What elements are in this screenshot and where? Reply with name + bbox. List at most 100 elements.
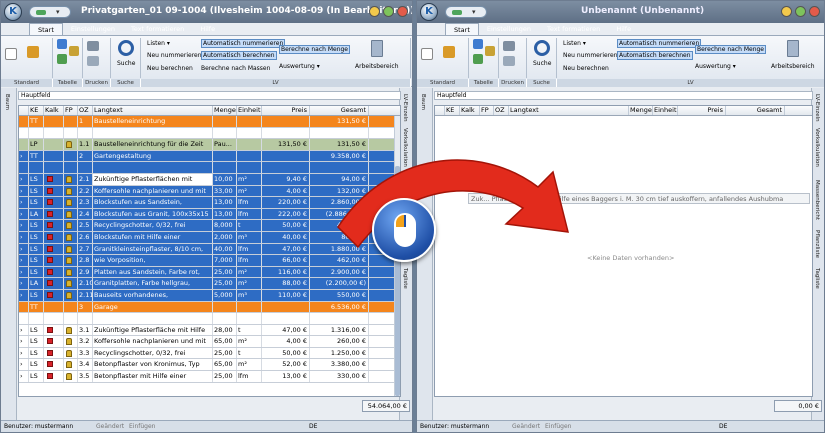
lock-icon[interactable] (64, 336, 78, 347)
lock-icon[interactable] (64, 185, 78, 197)
row-indicator[interactable] (19, 116, 29, 127)
edit-icon[interactable] (44, 255, 64, 266)
table-row[interactable]: › LS 3.5 Betonpflaster mit Hilfe einer 25,00… (19, 371, 400, 383)
minimize-button[interactable] (369, 6, 380, 17)
tab-text-formatieren[interactable]: Text formatieren (539, 23, 608, 35)
column-header[interactable] (19, 106, 29, 115)
column-header[interactable]: Langtext (509, 106, 629, 115)
close-button[interactable] (397, 6, 408, 17)
table-row[interactable]: TT 3 Garage 6.536,00 € (19, 301, 400, 314)
lock-icon[interactable] (64, 173, 78, 185)
column-header[interactable]: Menge (629, 106, 653, 115)
column-header[interactable]: Kalk (44, 106, 64, 115)
quick-access-toolbar[interactable]: ▾ (445, 6, 487, 18)
hauptfeld-field[interactable]: Hauptfeld (18, 91, 401, 100)
edit-icon[interactable] (44, 289, 64, 301)
column-header[interactable]: Gesamt (310, 106, 369, 115)
chevron-down-icon[interactable]: ▾ (56, 8, 60, 16)
lock-icon[interactable] (64, 243, 78, 255)
tab-start[interactable]: Start (29, 23, 63, 35)
lock-icon[interactable] (64, 162, 78, 173)
tab-einstellungen[interactable]: Einstellungen (63, 23, 123, 35)
chevron-down-icon[interactable]: ▾ (472, 8, 476, 16)
minimize-button[interactable] (781, 6, 792, 17)
edit-icon[interactable] (44, 220, 64, 231)
maximize-button[interactable] (383, 6, 394, 17)
close-button[interactable] (809, 6, 820, 17)
lock-icon[interactable] (64, 220, 78, 231)
edit-icon[interactable] (44, 208, 64, 220)
hauptfeld-field[interactable]: Hauptfeld (434, 91, 813, 100)
column-header[interactable]: Einheit (237, 106, 262, 115)
app-menu-button[interactable]: K (4, 3, 22, 21)
lock-icon[interactable] (64, 301, 78, 313)
edit-icon[interactable] (44, 347, 64, 359)
row-indicator[interactable]: › (19, 150, 29, 162)
column-header[interactable] (435, 106, 445, 115)
table-row[interactable]: › LS 3.3 Recyclingschotter, 0/32, frei 25,00… (19, 347, 400, 360)
lock-icon[interactable] (64, 313, 78, 324)
row-indicator[interactable] (19, 139, 29, 150)
title-bar[interactable]: K ▾ Unbenannt (Unbenannt) (417, 1, 824, 23)
edit-icon[interactable] (44, 278, 64, 289)
table-row[interactable]: TT 1 Baustelleneinrichtung 131,50 € (19, 116, 400, 128)
lock-icon[interactable] (64, 139, 78, 150)
lock-icon[interactable] (64, 255, 78, 266)
row-indicator[interactable]: › (19, 359, 29, 371)
tab-hilfe[interactable]: Hilfe (608, 23, 639, 35)
row-indicator[interactable]: › (19, 208, 29, 220)
row-indicator[interactable]: › (19, 336, 29, 347)
baum-tab[interactable]: Baum (4, 94, 10, 110)
edit-icon[interactable] (44, 139, 64, 150)
lock-icon[interactable] (64, 347, 78, 359)
edit-icon[interactable] (44, 359, 64, 371)
lock-icon[interactable] (64, 289, 78, 301)
tab-hilfe[interactable]: Hilfe (192, 23, 223, 35)
table-row[interactable]: › LA 2.10 Granitplatten, Farbe hellgrau, 25,… (19, 278, 400, 290)
lock-icon[interactable] (64, 359, 78, 371)
tab-start[interactable]: Start (445, 23, 479, 35)
row-indicator[interactable]: › (19, 243, 29, 255)
row-indicator[interactable]: › (19, 197, 29, 208)
app-menu-button[interactable]: K (420, 3, 438, 21)
column-header[interactable]: Einheit (653, 106, 678, 115)
tab-vorkalkulation[interactable]: Vorkalkulation (814, 128, 820, 167)
row-indicator[interactable] (19, 301, 29, 313)
row-indicator[interactable]: › (19, 289, 29, 301)
row-indicator[interactable]: › (19, 185, 29, 197)
column-header[interactable]: Menge (213, 106, 237, 115)
row-indicator[interactable] (19, 162, 29, 173)
row-indicator[interactable]: › (19, 324, 29, 336)
column-header[interactable]: OZ (494, 106, 509, 115)
save-icon[interactable] (36, 10, 46, 15)
column-header[interactable]: Preis (678, 106, 726, 115)
lock-icon[interactable] (64, 231, 78, 243)
lock-icon[interactable] (64, 150, 78, 162)
tab-pflanzliste[interactable]: Pflanzliste (814, 230, 820, 258)
edit-icon[interactable] (44, 336, 64, 347)
table-row[interactable]: › LS 3.1 Zukünftige Pflasterfläche mit Hilf… (19, 324, 400, 337)
row-indicator[interactable]: › (19, 173, 29, 185)
quick-access-toolbar[interactable]: ▾ (29, 6, 71, 18)
tab-massenbericht[interactable]: Massenbericht (814, 180, 820, 220)
column-header[interactable]: FP (64, 106, 78, 115)
save-icon[interactable] (452, 10, 462, 15)
tab-einstellungen[interactable]: Einstellungen (479, 23, 539, 35)
row-indicator[interactable]: › (19, 255, 29, 266)
row-indicator[interactable] (19, 313, 29, 324)
tab-tagliste[interactable]: Tagliste (814, 268, 820, 289)
lock-icon[interactable] (64, 197, 78, 208)
edit-icon[interactable] (44, 185, 64, 197)
edit-icon[interactable] (44, 371, 64, 382)
column-header[interactable]: Preis (262, 106, 310, 115)
table-row[interactable]: › LS 2.11 Bauseits vorhandenes, 5,000 m³ 110,0… (19, 289, 400, 302)
lock-icon[interactable] (64, 208, 78, 220)
maximize-button[interactable] (795, 6, 806, 17)
edit-icon[interactable] (44, 116, 64, 127)
edit-icon[interactable] (44, 313, 64, 324)
column-header[interactable]: FP (480, 106, 494, 115)
lock-icon[interactable] (64, 127, 78, 139)
tab-lv-einzeln[interactable]: LV-Einzeln (814, 94, 820, 122)
lock-icon[interactable] (64, 324, 78, 336)
title-bar[interactable]: K ▾ Privatgarten_01 09-1004 (Ilvesheim 1… (1, 1, 412, 23)
